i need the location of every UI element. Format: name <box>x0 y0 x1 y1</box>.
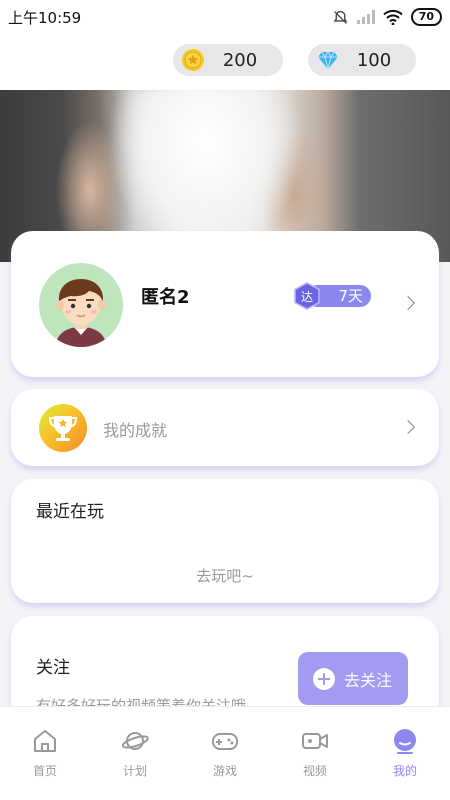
currency-header: 200 100 <box>0 34 450 90</box>
tab-label: 游戏 <box>212 764 237 778</box>
hexagon-badge-icon: 达 <box>294 282 320 310</box>
silent-bell-icon <box>333 10 348 24</box>
cell-signal-icon <box>356 10 375 24</box>
follow-title: 关注 <box>36 658 70 678</box>
svg-text:达: 达 <box>301 290 313 304</box>
chevron-right-icon <box>400 295 416 311</box>
tab-label: 首页 <box>32 764 57 778</box>
coin-balance[interactable]: 200 <box>173 44 283 76</box>
recently-played-card: 最近在玩 去玩吧~ <box>11 479 439 603</box>
video-icon <box>302 733 328 749</box>
diamond-icon <box>318 51 338 70</box>
tab-label: 视频 <box>302 764 327 778</box>
coin-icon <box>182 49 204 71</box>
battery-indicator: 70 <box>410 8 442 26</box>
diamond-balance[interactable]: 100 <box>308 44 416 76</box>
wifi-icon <box>382 9 403 25</box>
tab-mine[interactable]: 我的 <box>360 707 450 800</box>
achievement-label: 我的成就 <box>103 421 168 440</box>
tab-games[interactable]: 游戏 <box>180 707 270 800</box>
go-follow-label: 去关注 <box>344 670 393 690</box>
status-bar: 上午10:59 70 <box>0 0 450 34</box>
tab-label: 计划 <box>122 764 147 778</box>
recently-played-title: 最近在玩 <box>36 502 104 522</box>
gamepad-icon <box>212 733 238 750</box>
plus-icon <box>313 667 335 690</box>
profile-icon <box>394 729 416 754</box>
tab-plan[interactable]: 计划 <box>90 707 180 800</box>
go-play-link[interactable]: 去玩吧~ <box>11 565 439 586</box>
planet-icon <box>121 732 149 750</box>
tab-home[interactable]: 首页 <box>0 707 90 800</box>
chevron-right-icon <box>400 419 416 435</box>
avatar[interactable] <box>39 263 123 347</box>
achievement-card[interactable]: 我的成就 <box>11 389 439 466</box>
streak-badge: 7天 达 <box>293 282 371 310</box>
tab-video[interactable]: 视频 <box>270 707 360 800</box>
trophy-icon <box>39 404 87 452</box>
tab-label: 我的 <box>392 764 417 778</box>
go-follow-button[interactable]: 去关注 <box>298 652 408 705</box>
diamond-count: 100 <box>356 49 392 71</box>
coin-count: 200 <box>222 49 258 71</box>
boy-avatar-icon <box>55 279 107 347</box>
username: 匿名2 <box>141 287 190 308</box>
home-icon <box>34 730 56 752</box>
status-time: 上午10:59 <box>8 8 82 27</box>
status-icons: 70 <box>332 8 442 26</box>
profile-card[interactable]: 匿名2 7天 达 <box>11 231 439 377</box>
bottom-tab-bar: 首页 计划 游戏 视频 我的 <box>0 706 450 800</box>
